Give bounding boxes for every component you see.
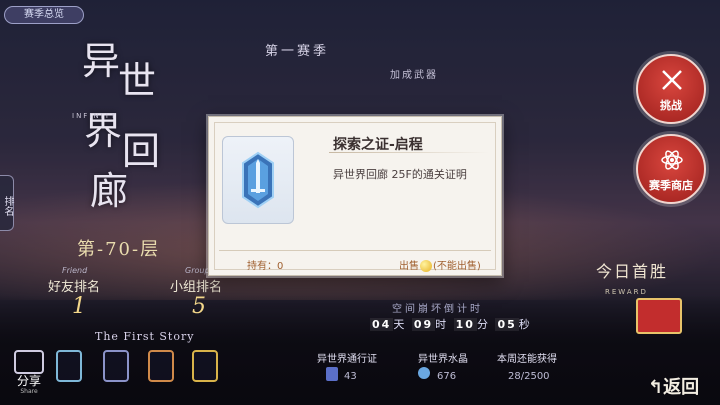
countdown-seconds-unit: 秒 <box>518 318 532 331</box>
item-name-underline <box>329 152 489 153</box>
group-rank-sublabel: Group <box>185 266 210 275</box>
group-rank-label: 小组排名 <box>170 280 223 295</box>
bonus-weapon-label: 加成武器 <box>390 70 438 81</box>
countdown-hours-unit: 时 <box>435 318 449 331</box>
title-subtitle: INFINITY <box>72 112 118 120</box>
sell-note: (不能出售) <box>433 261 481 272</box>
title-char-1: 异 <box>82 39 121 83</box>
friend-rank-label: 好友排名 <box>48 280 101 295</box>
countdown-minutes-unit: 分 <box>476 318 490 331</box>
crystal-label: 异世界水晶 <box>418 354 468 365</box>
first-win-title: 今日首胜 <box>596 262 669 281</box>
group-rank-value: 5 <box>192 294 206 319</box>
challenge-button[interactable]: 挑战 <box>636 54 706 124</box>
title-char-3: 界 <box>84 109 123 153</box>
crossed-swords-icon <box>662 70 682 90</box>
item-name: 探索之证-启程 <box>333 137 423 153</box>
season-shop-label: 赛季商店 <box>649 179 693 192</box>
owned-count: 持有：0 <box>247 261 284 272</box>
weapon-slot-3[interactable] <box>148 350 174 382</box>
camera-icon <box>14 350 44 374</box>
weapon-slot-2[interactable] <box>103 350 129 382</box>
modal-divider <box>219 250 491 251</box>
weekly-label: 本周还能获得 <box>497 354 557 365</box>
countdown-days: 04 <box>370 318 394 331</box>
pass-label: 异世界通行证 <box>317 354 377 365</box>
reward-tag: REWARD <box>605 288 648 296</box>
item-description: 异世界回廊 25F的通关证明 <box>333 168 467 181</box>
first-story-label: The First Story <box>95 330 195 343</box>
countdown-seconds: 05 <box>495 318 519 331</box>
weekly-value: 28/2500 <box>508 371 550 382</box>
gift-box-icon[interactable] <box>636 298 682 334</box>
weapon-slot-4[interactable] <box>192 350 218 382</box>
atom-icon <box>661 150 683 170</box>
season-header: 第一赛季 <box>265 44 330 59</box>
countdown-hours: 09 <box>411 318 436 331</box>
share-label: 分享 <box>16 374 41 388</box>
share-button[interactable]: 分享 Share <box>12 350 46 395</box>
return-button[interactable]: ↰返回 <box>648 373 699 399</box>
countdown-label: 空间崩坏倒计时 <box>392 304 483 315</box>
challenge-label: 挑战 <box>660 99 682 112</box>
friend-rank-sublabel: Friend <box>62 266 88 275</box>
pass-ticket-icon <box>326 367 338 381</box>
friend-rank-value: 1 <box>72 294 86 319</box>
season-overview-button[interactable]: 赛季总览 <box>4 6 84 24</box>
countdown-timer: 04 天 09 时 10 分 05 秒 <box>370 316 532 332</box>
crystal-orb-icon <box>418 367 430 379</box>
game-title: 异 世 界 回 廊 INFINITY <box>60 30 200 213</box>
crystal-sword-icon <box>242 151 274 209</box>
pass-value: 43 <box>344 371 357 382</box>
share-sublabel: Share <box>20 388 38 395</box>
season-shop-button[interactable]: 赛季商店 <box>636 134 706 204</box>
sell-label: 出售 <box>399 261 419 272</box>
weapon-slot-1[interactable] <box>56 350 82 382</box>
countdown-days-unit: 天 <box>393 318 407 331</box>
floor-indicator: 第-70-层 <box>77 239 161 260</box>
item-detail-modal[interactable]: 探索之证-启程 异世界回廊 25F的通关证明 持有：0 出售 (不能出售) <box>208 116 502 276</box>
title-char-5: 廊 <box>90 169 129 213</box>
ranking-side-tab[interactable]: 排名 <box>0 175 14 231</box>
item-card <box>222 136 294 224</box>
sell-info: 出售 (不能出售) <box>399 257 481 272</box>
coin-icon <box>420 260 432 272</box>
crystal-value: 676 <box>437 371 457 382</box>
countdown-minutes: 10 <box>453 318 477 331</box>
title-char-2: 世 <box>118 59 157 103</box>
